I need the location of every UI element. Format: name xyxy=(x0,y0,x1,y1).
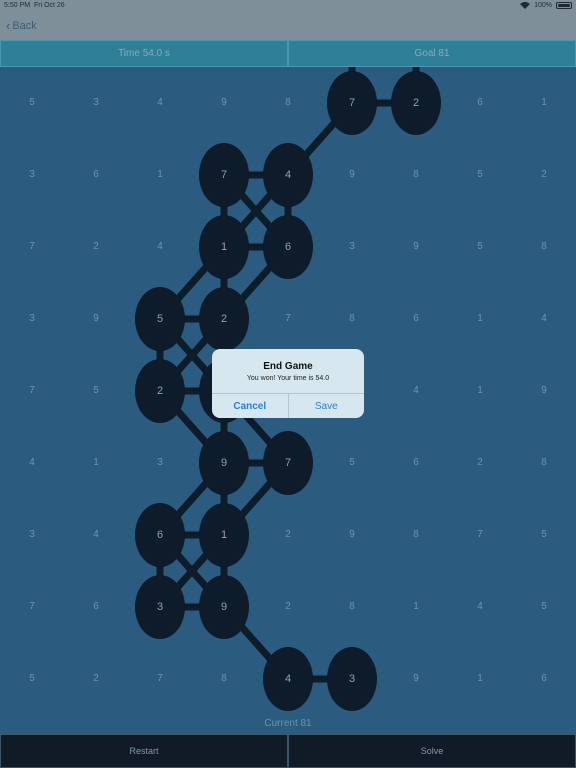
grid-cell[interactable]: 6 xyxy=(470,96,490,110)
battery-icon xyxy=(556,2,572,9)
selected-tile[interactable]: 4 xyxy=(263,647,313,711)
selected-tile[interactable]: 4 xyxy=(263,143,313,207)
grid-cell[interactable]: 3 xyxy=(86,96,106,110)
grid-cell[interactable]: 4 xyxy=(470,600,490,614)
grid-cell[interactable]: 1 xyxy=(86,456,106,470)
grid-cell[interactable]: 5 xyxy=(86,384,106,398)
solve-button[interactable]: Solve xyxy=(288,734,576,768)
chevron-left-icon: ‹ xyxy=(6,18,11,33)
nav-bar: ‹ Back xyxy=(0,12,576,40)
selected-tile[interactable]: 5 xyxy=(135,287,185,351)
grid-cell[interactable]: 9 xyxy=(406,240,426,254)
alert-title: End Game xyxy=(263,361,313,372)
grid-cell[interactable]: 7 xyxy=(22,384,42,398)
grid-cell[interactable]: 4 xyxy=(22,456,42,470)
grid-cell[interactable]: 4 xyxy=(150,96,170,110)
grid-cell[interactable]: 3 xyxy=(22,168,42,182)
grid-cell[interactable]: 6 xyxy=(534,672,554,686)
wifi-icon xyxy=(520,2,531,9)
selected-tile[interactable]: 9 xyxy=(199,431,249,495)
grid-cell[interactable]: 2 xyxy=(86,672,106,686)
grid-cell[interactable]: 5 xyxy=(470,168,490,182)
grid-cell[interactable]: 5 xyxy=(470,240,490,254)
grid-cell[interactable]: 4 xyxy=(150,240,170,254)
cancel-button[interactable]: Cancel xyxy=(212,394,289,418)
grid-cell[interactable]: 8 xyxy=(406,528,426,542)
selected-tile[interactable]: 2 xyxy=(199,287,249,351)
grid-cell[interactable]: 4 xyxy=(534,312,554,326)
grid-cell[interactable]: 6 xyxy=(86,600,106,614)
grid-cell[interactable]: 3 xyxy=(150,456,170,470)
grid-cell[interactable]: 5 xyxy=(22,96,42,110)
grid-cell[interactable]: 2 xyxy=(534,168,554,182)
selected-tile[interactable]: 2 xyxy=(391,71,441,135)
grid-cell[interactable]: 1 xyxy=(470,672,490,686)
alert-actions: Cancel Save xyxy=(212,393,364,418)
grid-cell[interactable]: 1 xyxy=(534,96,554,110)
selected-tile[interactable]: 3 xyxy=(135,575,185,639)
grid-cell[interactable]: 4 xyxy=(86,528,106,542)
selected-tile[interactable]: 7 xyxy=(327,71,377,135)
grid-cell[interactable]: 8 xyxy=(534,240,554,254)
grid-cell[interactable]: 1 xyxy=(470,312,490,326)
grid-cell[interactable]: 9 xyxy=(342,168,362,182)
grid-cell[interactable]: 6 xyxy=(406,456,426,470)
current-sum: Current 81 xyxy=(264,718,312,729)
grid-cell[interactable]: 1 xyxy=(470,384,490,398)
grid-cell[interactable]: 2 xyxy=(470,456,490,470)
grid-cell[interactable]: 7 xyxy=(150,672,170,686)
grid-cell[interactable]: 6 xyxy=(86,168,106,182)
selected-tile[interactable]: 6 xyxy=(263,215,313,279)
back-button[interactable]: ‹ Back xyxy=(6,18,37,33)
goal-display: Goal 81 xyxy=(288,40,576,67)
grid-cell[interactable]: 8 xyxy=(342,600,362,614)
grid-cell[interactable]: 1 xyxy=(406,600,426,614)
selected-tile[interactable]: 1 xyxy=(199,503,249,567)
grid-cell[interactable]: 2 xyxy=(86,240,106,254)
grid-cell[interactable]: 8 xyxy=(534,456,554,470)
status-right: 100% xyxy=(520,2,572,9)
grid-cell[interactable]: 8 xyxy=(214,672,234,686)
grid-cell[interactable]: 8 xyxy=(406,168,426,182)
selected-tile[interactable]: 3 xyxy=(327,647,377,711)
save-button[interactable]: Save xyxy=(289,394,365,418)
grid-cell[interactable]: 5 xyxy=(534,528,554,542)
grid-cell[interactable]: 9 xyxy=(86,312,106,326)
grid-cell[interactable]: 9 xyxy=(342,528,362,542)
grid-cell[interactable]: 5 xyxy=(534,600,554,614)
selected-tile[interactable]: 1 xyxy=(199,215,249,279)
status-bar: 5:50 PM Fri Oct 26 100% xyxy=(0,0,576,12)
grid-cell[interactable]: 7 xyxy=(278,312,298,326)
grid-cell[interactable]: 2 xyxy=(278,600,298,614)
grid-cell[interactable]: 9 xyxy=(406,672,426,686)
grid-cell[interactable]: 3 xyxy=(342,240,362,254)
battery-percent: 100% xyxy=(534,2,552,9)
grid-cell[interactable]: 9 xyxy=(214,96,234,110)
selected-tile[interactable]: 2 xyxy=(135,359,185,423)
grid-cell[interactable]: 7 xyxy=(22,600,42,614)
grid-cell[interactable]: 4 xyxy=(406,384,426,398)
selected-tile[interactable]: 7 xyxy=(199,143,249,207)
grid-cell[interactable]: 8 xyxy=(342,312,362,326)
selected-tile[interactable]: 9 xyxy=(199,575,249,639)
grid-cell[interactable]: 8 xyxy=(278,96,298,110)
selected-tile[interactable]: 7 xyxy=(263,431,313,495)
grid-cell[interactable]: 3 xyxy=(22,528,42,542)
grid-cell[interactable]: 7 xyxy=(470,528,490,542)
end-game-alert: End Game You won! Your time is 54.0 Canc… xyxy=(212,349,364,418)
alert-message: You won! Your time is 54.0 xyxy=(246,375,330,382)
grid-cell[interactable]: 3 xyxy=(22,312,42,326)
back-label: Back xyxy=(12,19,37,32)
grid-cell[interactable]: 7 xyxy=(22,240,42,254)
selected-tile[interactable]: 6 xyxy=(135,503,185,567)
grid-cell[interactable]: 6 xyxy=(406,312,426,326)
grid-cell[interactable]: 9 xyxy=(534,384,554,398)
status-time: 5:50 PM Fri Oct 26 xyxy=(4,2,65,9)
grid-cell[interactable]: 5 xyxy=(342,456,362,470)
time-display: Time 54.0 s xyxy=(0,40,288,67)
grid-cell[interactable]: 5 xyxy=(22,672,42,686)
restart-button[interactable]: Restart xyxy=(0,734,288,768)
grid-cell[interactable]: 1 xyxy=(150,168,170,182)
grid-cell[interactable]: 2 xyxy=(278,528,298,542)
